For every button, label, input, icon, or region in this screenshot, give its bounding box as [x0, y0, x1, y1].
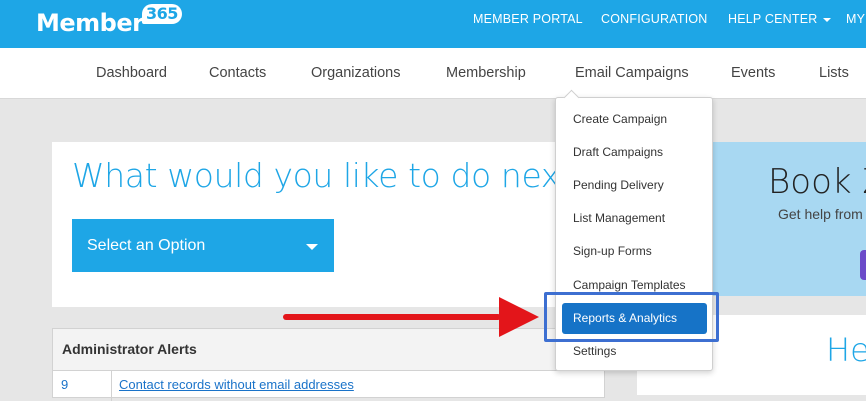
menu-item-label: Pending Delivery: [573, 178, 664, 192]
nav-contacts[interactable]: Contacts: [209, 48, 266, 98]
nav-member-portal[interactable]: MEMBER PORTAL: [473, 0, 583, 38]
menu-item-list-management[interactable]: List Management: [556, 202, 712, 235]
menu-item-label: Create Campaign: [573, 112, 668, 126]
highlight-box: [544, 292, 719, 342]
alerts-title: Administrator Alerts: [62, 341, 197, 357]
nav-organizations[interactable]: Organizations: [311, 48, 400, 98]
nav-lists[interactable]: Lists: [819, 48, 849, 98]
nav-configuration[interactable]: CONFIGURATION: [601, 0, 708, 38]
menu-item-draft-campaigns[interactable]: Draft Campaigns: [556, 136, 712, 169]
table-row: 9 Contact records without email addresse…: [53, 371, 604, 401]
menu-item-label: List Management: [573, 211, 666, 225]
select-option-dropdown[interactable]: Select an Option: [72, 219, 334, 272]
caret-down-icon: [306, 244, 318, 250]
next-action-card: What would you like to do next? Select a…: [52, 142, 605, 307]
nav-my-account[interactable]: MY: [846, 0, 865, 38]
top-bar: Member 365 MEMBER PORTAL CONFIGURATION H…: [0, 0, 866, 48]
help-heading: He: [826, 331, 866, 369]
nav-help-center[interactable]: HELP CENTER: [728, 0, 831, 38]
menu-item-label: Draft Campaigns: [573, 145, 664, 159]
member365-logo[interactable]: Member 365: [36, 4, 182, 40]
nav-membership[interactable]: Membership: [446, 48, 526, 98]
nav-dashboard[interactable]: Dashboard: [96, 48, 167, 98]
banner-heading: Book Z: [768, 162, 866, 202]
administrator-alerts-panel: Administrator Alerts 9 Contact records w…: [52, 328, 605, 401]
menu-item-create-campaign[interactable]: Create Campaign: [556, 103, 712, 136]
menu-item-pending-delivery[interactable]: Pending Delivery: [556, 169, 712, 202]
main-nav: Dashboard Contacts Organizations Members…: [0, 48, 866, 99]
banner-button-edge[interactable]: [860, 250, 866, 280]
logo-number: 365: [142, 4, 182, 24]
nav-help-center-label: HELP CENTER: [728, 12, 818, 26]
column-divider: [111, 371, 112, 401]
red-arrow-icon: [499, 297, 539, 337]
logo-text: Member: [36, 9, 144, 37]
chevron-down-icon: [822, 17, 831, 22]
banner-subtext: Get help from: [778, 206, 863, 222]
nav-events[interactable]: Events: [731, 48, 775, 98]
menu-item-signup-forms[interactable]: Sign-up Forms: [556, 235, 712, 268]
select-option-label: Select an Option: [87, 237, 206, 254]
nav-email-campaigns[interactable]: Email Campaigns: [575, 48, 689, 98]
menu-item-label: Sign-up Forms: [573, 244, 652, 258]
red-arrow-shaft: [283, 314, 501, 320]
page-title: What would you like to do next?: [72, 156, 590, 195]
